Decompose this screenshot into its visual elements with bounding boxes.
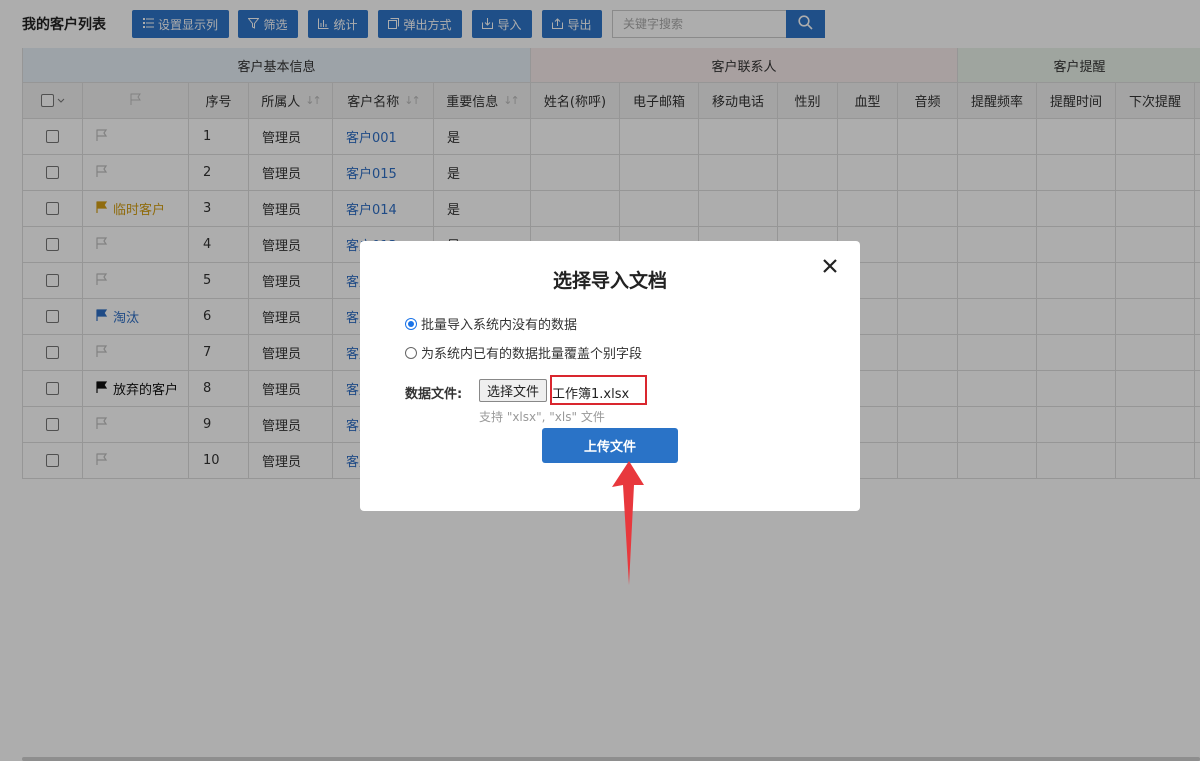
choose-file-button[interactable]: 选择文件: [479, 379, 547, 402]
option-import-new-label: 批量导入系统内没有的数据: [421, 318, 578, 333]
file-label: 数据文件:: [405, 387, 463, 402]
option-overwrite-fields[interactable]: 为系统内已有的数据批量覆盖个别字段: [405, 343, 642, 362]
radio-overwrite-fields[interactable]: [405, 346, 417, 359]
option-overwrite-fields-label: 为系统内已有的数据批量覆盖个别字段: [421, 347, 643, 362]
dialog-title: 选择导入文档: [552, 270, 667, 292]
option-import-new[interactable]: 批量导入系统内没有的数据: [405, 314, 577, 333]
annotation-arrow: [612, 461, 644, 585]
highlight-box: [550, 375, 647, 405]
file-type-hint: 支持 "xlsx", "xls" 文件: [479, 410, 605, 424]
close-icon[interactable]: [820, 256, 840, 276]
horizontal-scrollbar[interactable]: [22, 757, 1200, 761]
radio-import-new[interactable]: [405, 317, 417, 330]
